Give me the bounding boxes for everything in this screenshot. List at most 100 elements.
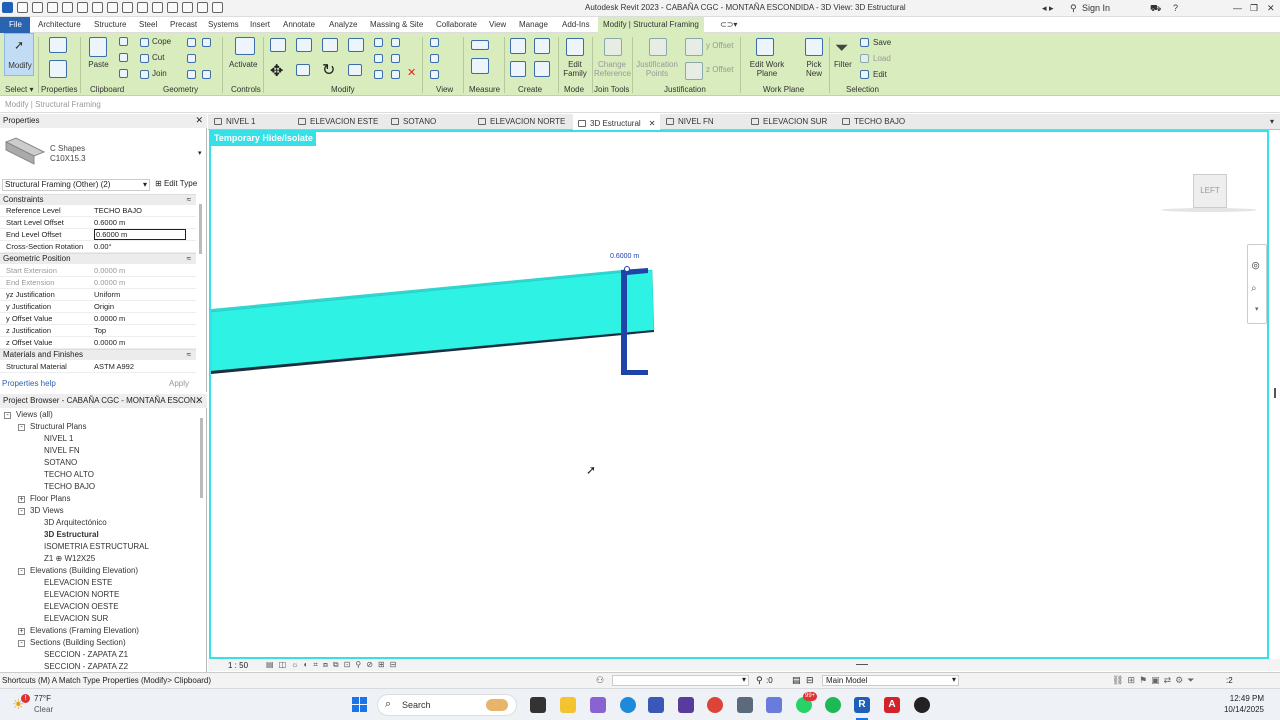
- browser-node[interactable]: Elevations (Building Elevation): [30, 566, 138, 575]
- revit-app-icon[interactable]: [2, 2, 13, 13]
- chrome-icon[interactable]: [707, 697, 723, 713]
- measure-distance-icon[interactable]: [471, 40, 489, 50]
- temporary-dimension[interactable]: 0.6000 m: [610, 253, 639, 260]
- zoom-icon[interactable]: ⌕: [1251, 283, 1257, 294]
- pick-new-icon[interactable]: [805, 38, 823, 56]
- tab-insert[interactable]: Insert: [250, 20, 270, 29]
- save-selection-icon[interactable]: [860, 38, 869, 47]
- tab-view-elevacion-este[interactable]: ELEVACION ESTE: [298, 117, 378, 126]
- view-tool-icon[interactable]: [430, 70, 439, 79]
- design-option-dropdown[interactable]: Main Model ▾: [822, 675, 959, 686]
- sign-in-link[interactable]: Sign In: [1082, 3, 1110, 13]
- vertical-scroll-thumb[interactable]: [1274, 388, 1276, 398]
- join-icon[interactable]: [140, 70, 149, 79]
- tab-add-ins[interactable]: Add-Ins: [562, 20, 590, 29]
- browser-node[interactable]: NIVEL 1: [44, 434, 74, 443]
- help-icon[interactable]: ?: [1173, 3, 1178, 13]
- copy-icon[interactable]: [119, 53, 128, 62]
- minimize-button[interactable]: —: [1233, 3, 1242, 13]
- geometry-tool-icon[interactable]: [202, 70, 211, 79]
- edit-family-button[interactable]: Edit Family: [560, 60, 590, 78]
- prop-row[interactable]: Start Extension 0.0000 m: [0, 265, 196, 277]
- calculator-icon[interactable]: [737, 697, 753, 713]
- section-icon[interactable]: [182, 2, 193, 13]
- tab-systems[interactable]: Systems: [208, 20, 239, 29]
- spotify-icon[interactable]: [825, 697, 841, 713]
- paste-icon[interactable]: [89, 37, 107, 57]
- settings-app-icon[interactable]: [766, 697, 782, 713]
- sun-path-icon[interactable]: ☼: [291, 660, 298, 670]
- tab-view-3d-estructural[interactable]: 3D Estructural ✕: [573, 114, 661, 130]
- copy-element-icon[interactable]: [296, 64, 310, 76]
- browser-node[interactable]: ELEVACION SUR: [44, 614, 108, 623]
- analytical-model-icon[interactable]: ⊟: [390, 660, 397, 670]
- tab-architecture[interactable]: Architecture: [38, 20, 81, 29]
- tree-expander-icon[interactable]: -: [18, 424, 25, 431]
- taskbar-search-input[interactable]: ⌕ Search: [377, 694, 517, 716]
- end-level-offset-input[interactable]: 0.6000 m: [94, 229, 186, 240]
- visual-style-icon[interactable]: ◫: [279, 660, 287, 670]
- lock-3d-icon[interactable]: ⊡: [344, 660, 351, 670]
- rotate-icon[interactable]: ↻: [322, 60, 335, 80]
- join-button[interactable]: Join: [152, 69, 167, 78]
- tab-manage[interactable]: Manage: [519, 20, 548, 29]
- search-nav-icon[interactable]: ◂ ▸: [1042, 3, 1054, 14]
- edit-selection-button[interactable]: Edit: [873, 70, 887, 79]
- browser-node[interactable]: Sections (Building Section): [30, 638, 126, 647]
- restore-button[interactable]: ❐: [1250, 3, 1258, 14]
- activate-button[interactable]: Activate: [229, 60, 257, 69]
- browser-node[interactable]: Floor Plans: [30, 494, 70, 503]
- geometry-tool-icon[interactable]: [187, 38, 196, 47]
- crop-view-icon[interactable]: ⧈: [323, 660, 328, 670]
- tab-view-elevacion-sur[interactable]: ELEVACION SUR: [751, 117, 827, 126]
- paste-button[interactable]: Paste: [86, 60, 111, 69]
- tree-expander-icon[interactable]: -: [18, 568, 25, 575]
- prop-row[interactable]: Structural Material ASTM A992: [0, 361, 196, 373]
- revit-taskbar-icon[interactable]: R: [854, 697, 870, 713]
- windows-start-icon[interactable]: [352, 697, 368, 713]
- tree-expander-icon[interactable]: -: [18, 508, 25, 515]
- browser-node[interactable]: Elevations (Framing Elevation): [30, 626, 139, 635]
- editable-only-icon[interactable]: ⚲: [756, 675, 763, 686]
- cut-icon[interactable]: [119, 37, 128, 46]
- tab-view[interactable]: View: [489, 20, 506, 29]
- geometry-tool-icon[interactable]: [202, 38, 211, 47]
- save-selection-button[interactable]: Save: [873, 38, 891, 47]
- text-icon[interactable]: [152, 2, 163, 13]
- create-group-icon[interactable]: [510, 61, 526, 77]
- workset-dropdown[interactable]: ▾: [612, 675, 749, 686]
- close-button[interactable]: ✕: [1267, 3, 1275, 14]
- create-similar-icon[interactable]: [534, 61, 550, 77]
- edit-type-button[interactable]: ⊞ Edit Type: [155, 179, 197, 188]
- close-icon[interactable]: ✕: [195, 115, 203, 126]
- section-materials-finishes[interactable]: Materials and Finishes ≈: [0, 349, 196, 360]
- view-tool-icon[interactable]: [430, 38, 439, 47]
- file-explorer-icon[interactable]: [560, 697, 576, 713]
- browser-node[interactable]: NIVEL FN: [44, 446, 80, 455]
- browser-node[interactable]: ELEVACION NORTE: [44, 590, 119, 599]
- browser-node[interactable]: TECHO ALTO: [44, 470, 94, 479]
- task-view-icon[interactable]: [530, 697, 546, 713]
- tree-expander-icon[interactable]: +: [18, 628, 25, 635]
- select-underlay-icon[interactable]: ⊞: [1127, 675, 1135, 686]
- prop-row[interactable]: Cross-Section Rotation 0.00°: [0, 241, 196, 253]
- tree-expander-icon[interactable]: +: [18, 496, 25, 503]
- temporary-view-properties-icon[interactable]: ⊞: [378, 660, 385, 670]
- match-properties-icon[interactable]: [119, 69, 128, 78]
- mirror-axis-icon[interactable]: [322, 38, 338, 52]
- viewcube-compass-ring[interactable]: [1161, 208, 1257, 212]
- cope-button[interactable]: Cope: [152, 37, 171, 46]
- tree-expander-icon[interactable]: -: [18, 640, 25, 647]
- tree-expander-icon[interactable]: -: [4, 412, 11, 419]
- view-tool-icon[interactable]: [430, 54, 439, 63]
- type-selector-dropdown-icon[interactable]: ▾: [198, 149, 202, 157]
- properties-help-link[interactable]: Properties help: [2, 379, 56, 388]
- properties-scrollbar[interactable]: [199, 204, 202, 254]
- browser-node[interactable]: ISOMETRIA ESTRUCTURAL: [44, 542, 149, 551]
- detail-level-icon[interactable]: ▤: [266, 660, 274, 670]
- reveal-hidden-icon[interactable]: ⊘: [366, 660, 373, 670]
- prop-row[interactable]: y Justification Origin: [0, 301, 196, 313]
- tab-structure[interactable]: Structure: [94, 20, 126, 29]
- cope-icon[interactable]: [140, 38, 149, 47]
- browser-node[interactable]: Views (all): [16, 410, 53, 419]
